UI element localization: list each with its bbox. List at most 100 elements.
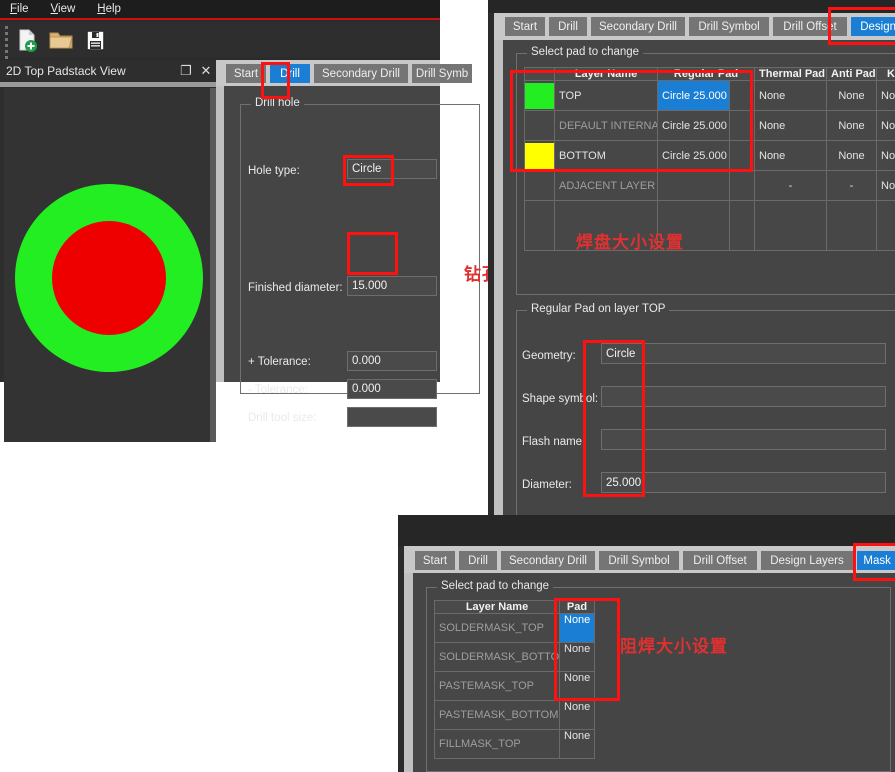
undock-icon[interactable]: ❐: [176, 62, 196, 80]
dock-separator: [0, 82, 216, 87]
cell-regular-pad[interactable]: [658, 171, 730, 201]
cell-thermal-pad[interactable]: -: [755, 171, 827, 201]
tab-drill-offset[interactable]: Drill Offset: [683, 551, 757, 570]
cell-anti-pad[interactable]: -: [827, 171, 877, 201]
table-row[interactable]: ADJACENT LAYER - - Nor: [525, 171, 895, 201]
cell-anti-pad[interactable]: None: [827, 141, 877, 171]
close-icon[interactable]: ✕: [196, 62, 216, 80]
th-pad: Pad: [560, 601, 595, 614]
tab-secondary-drill[interactable]: Secondary Drill: [314, 64, 408, 83]
cell-layer-name: PASTEMASK_TOP: [435, 672, 560, 701]
plus-tolerance-input[interactable]: 0.000: [347, 351, 437, 371]
w2-left-rail: [494, 40, 503, 516]
toolbar-grip[interactable]: [5, 26, 9, 54]
tab-start[interactable]: Start: [415, 551, 455, 570]
layer-color-swatch[interactable]: [525, 111, 555, 141]
table-row[interactable]: SOLDERMASK_TOP None: [435, 614, 595, 643]
tab-design-layers[interactable]: Design Layers: [851, 17, 895, 36]
cell-regular-pad-spacer: [730, 141, 755, 171]
cell-layer-name: PASTEMASK_BOTTOM: [435, 701, 560, 730]
cell-thermal-pad[interactable]: None: [755, 141, 827, 171]
padstack-editor-window-mask-layers: Start Drill Secondary Drill Drill Symbol…: [398, 515, 895, 772]
cell-keepout[interactable]: Nor: [877, 111, 895, 141]
drill-tool-size-input[interactable]: [347, 407, 437, 427]
cell-pad[interactable]: None: [560, 701, 595, 730]
mask-layers-table[interactable]: Layer Name Pad SOLDERMASK_TOP None SOLDE…: [434, 600, 595, 759]
minus-tolerance-input[interactable]: 0.000: [347, 379, 437, 399]
padstack-2d-canvas[interactable]: [4, 88, 212, 442]
cell-keepout[interactable]: Nor: [877, 171, 895, 201]
cell-layer-name: SOLDERMASK_BOTTOM: [435, 643, 560, 672]
table-row[interactable]: FILLMASK_TOP None: [435, 730, 595, 759]
flash-name-input[interactable]: [601, 429, 886, 450]
layer-color-swatch[interactable]: [525, 81, 555, 111]
th-layer-name: Layer Name: [435, 601, 560, 614]
table-row[interactable]: PASTEMASK_BOTTOM None: [435, 701, 595, 730]
tab-drill-symbol[interactable]: Drill Symbol: [689, 17, 769, 36]
tab-secondary-drill[interactable]: Secondary Drill: [501, 551, 595, 570]
hole-type-input[interactable]: Circle: [347, 159, 437, 179]
minus-tolerance-label: - Tolerance:: [248, 384, 308, 396]
cell-layer-name: DEFAULT INTERNAL: [555, 111, 658, 141]
layer-color-swatch[interactable]: [525, 171, 555, 201]
cell-regular-pad[interactable]: Circle 25.000: [658, 141, 730, 171]
table-header-row: Layer Name Regular Pad Thermal Pad Anti …: [525, 68, 895, 81]
menu-item-file[interactable]: File: [10, 0, 29, 19]
table-row[interactable]: PASTEMASK_TOP None: [435, 672, 595, 701]
tab-drill-symbol[interactable]: Drill Symb: [412, 64, 472, 83]
diameter-input[interactable]: 25.000: [601, 472, 886, 493]
cell-pad[interactable]: None: [560, 614, 595, 643]
cell-layer-name: TOP: [555, 81, 658, 111]
w2-title-stub: [488, 0, 895, 13]
table-row[interactable]: SOLDERMASK_BOTTOM None: [435, 643, 595, 672]
finished-diameter-input[interactable]: 15.000: [347, 276, 437, 296]
cell-empty: [877, 201, 895, 251]
cell-thermal-pad[interactable]: None: [755, 111, 827, 141]
plus-tolerance-label: + Tolerance:: [248, 356, 311, 368]
cell-keepout[interactable]: Nor: [877, 141, 895, 171]
tab-mask-layers[interactable]: Mask Layers: [857, 551, 895, 570]
cell-empty: [827, 201, 877, 251]
design-layers-table[interactable]: Layer Name Regular Pad Thermal Pad Anti …: [524, 67, 895, 251]
layer-color-swatch[interactable]: [525, 141, 555, 171]
shape-symbol-input[interactable]: [601, 386, 886, 407]
annotation-pad-size: 焊盘大小设置: [576, 228, 684, 253]
cell-thermal-pad[interactable]: None: [755, 81, 827, 111]
geometry-input[interactable]: Circle: [601, 343, 886, 364]
menu-item-view[interactable]: View: [51, 0, 76, 19]
padstack-editor-window-drill: File View Help: [0, 0, 440, 382]
tab-drill[interactable]: Drill: [270, 64, 310, 83]
cell-pad[interactable]: None: [560, 643, 595, 672]
padstack-2d-view-dock: 2D Top Padstack View ❐ ✕: [0, 60, 216, 382]
cell-pad[interactable]: None: [560, 730, 595, 759]
cell-keepout[interactable]: Nor: [877, 81, 895, 111]
tab-drill-offset[interactable]: Drill Offset: [773, 17, 847, 36]
table-row[interactable]: BOTTOM Circle 25.000 None None Nor: [525, 141, 895, 171]
tab-drill[interactable]: Drill: [549, 17, 587, 36]
tab-drill[interactable]: Drill: [459, 551, 497, 570]
save-disk-icon[interactable]: [80, 26, 110, 54]
cell-anti-pad[interactable]: None: [827, 81, 877, 111]
table-row[interactable]: DEFAULT INTERNAL Circle 25.000 None None…: [525, 111, 895, 141]
open-folder-icon[interactable]: [46, 26, 76, 54]
drill-hole-circle: [52, 221, 166, 335]
cell-regular-pad[interactable]: Circle 25.000: [658, 111, 730, 141]
cell-pad[interactable]: None: [560, 672, 595, 701]
menu-item-help[interactable]: Help: [97, 0, 121, 19]
new-file-icon[interactable]: [12, 26, 42, 54]
geometry-label: Geometry:: [522, 350, 576, 362]
tab-drill-symbol[interactable]: Drill Symbol: [599, 551, 679, 570]
w3-left-rail: [404, 573, 413, 772]
table-row[interactable]: TOP Circle 25.000 None None Nor: [525, 81, 895, 111]
table-header-row: Layer Name Pad: [435, 601, 595, 614]
hole-type-label: Hole type:: [248, 165, 300, 177]
tab-secondary-drill[interactable]: Secondary Drill: [591, 17, 685, 36]
cell-regular-pad-spacer: [730, 81, 755, 111]
tab-design-layers[interactable]: Design Layers: [761, 551, 853, 570]
tab-start[interactable]: Start: [505, 17, 545, 36]
cell-regular-pad[interactable]: Circle 25.000: [658, 81, 730, 111]
tab-start[interactable]: Start: [226, 64, 266, 83]
th-keepout: Keep: [877, 68, 895, 81]
screenshot-root: File View Help: [0, 0, 895, 772]
cell-anti-pad[interactable]: None: [827, 111, 877, 141]
